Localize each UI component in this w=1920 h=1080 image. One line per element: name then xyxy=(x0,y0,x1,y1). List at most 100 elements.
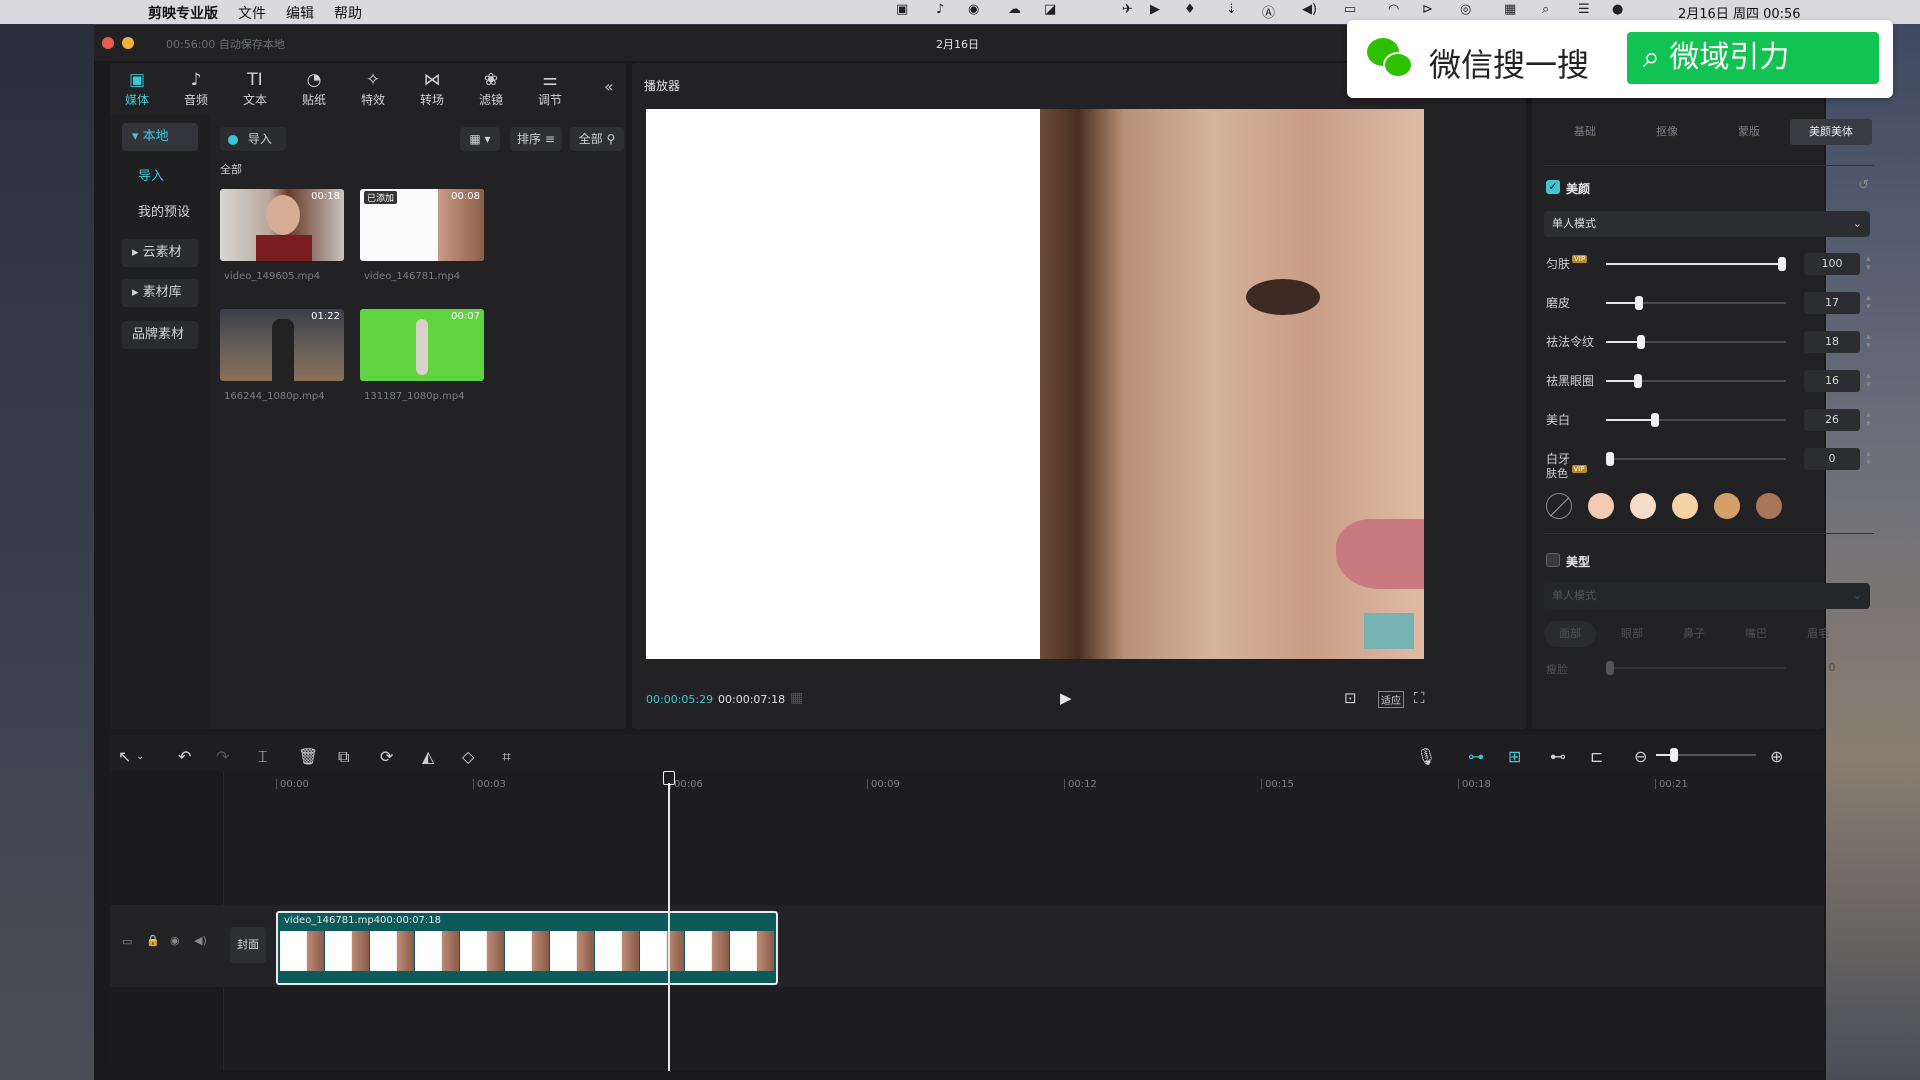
zoom-slider-knob[interactable] xyxy=(1670,748,1678,762)
sidebar-item-my-presets[interactable]: 我的预设 xyxy=(122,199,198,227)
pin-icon[interactable]: ⇣ xyxy=(1226,2,1237,17)
zoom-out-icon[interactable]: ⊖ xyxy=(1634,747,1647,766)
beauty-slider[interactable] xyxy=(1606,296,1786,310)
status-app-icon[interactable]: ◉ xyxy=(968,2,979,17)
shape-tab-brows[interactable]: 眉毛 xyxy=(1792,621,1844,647)
slider-value-input[interactable]: 16 xyxy=(1804,370,1860,392)
eye-icon[interactable]: ◉ xyxy=(170,934,180,947)
skin-tone-swatch[interactable] xyxy=(1756,493,1782,519)
tiktok-icon[interactable]: ♪ xyxy=(936,2,944,17)
stepper-icon[interactable]: ▴ ▾ xyxy=(1866,333,1871,351)
main-track-magnet-icon[interactable]: ⊶ xyxy=(1468,747,1484,766)
battery-icon[interactable]: ▭ xyxy=(1344,2,1356,17)
media-thumbnail[interactable]: 已添加 00:08 xyxy=(360,189,484,261)
siri-icon[interactable]: ● xyxy=(1612,2,1623,17)
shape-tab-face[interactable]: 面部 xyxy=(1544,621,1596,647)
wechat-status-icon[interactable]: ◎ xyxy=(1460,2,1471,17)
select-cursor-icon[interactable]: ↖ xyxy=(118,747,131,766)
tool-media[interactable]: ▣ 媒体 xyxy=(114,69,160,108)
preview-axis-icon[interactable]: ⊏ xyxy=(1590,747,1603,766)
input-method-icon[interactable]: Ⓐ xyxy=(1262,2,1275,21)
tool-adjust[interactable]: ⚌ 调节 xyxy=(527,69,573,108)
slider-value-input[interactable]: 100 xyxy=(1804,253,1860,275)
status-app2-icon[interactable]: ▶ xyxy=(1150,2,1160,17)
track-video-icon[interactable]: ▭ xyxy=(122,935,132,948)
spotlight-search-icon[interactable]: ⌕ xyxy=(1542,2,1549,17)
slider-knob[interactable] xyxy=(1778,257,1786,271)
collapse-panel-icon[interactable]: « xyxy=(604,77,614,96)
media-thumbnail[interactable]: 00:18 xyxy=(220,189,344,261)
lock-icon[interactable]: 🔒 xyxy=(146,934,160,947)
sidebar-item-local[interactable]: ▾ 本地 xyxy=(122,123,198,151)
skin-tone-swatch[interactable] xyxy=(1588,493,1614,519)
beauty-slider[interactable] xyxy=(1606,413,1786,427)
tab-basic[interactable]: 基础 xyxy=(1544,119,1626,145)
skin-tone-swatch[interactable] xyxy=(1714,493,1740,519)
stepper-icon[interactable]: ▴ ▾ xyxy=(1866,411,1871,429)
reset-icon[interactable]: ↺ xyxy=(1858,178,1869,193)
freeze-icon[interactable]: ⧉ xyxy=(338,747,349,767)
import-button[interactable]: 导入 xyxy=(220,127,286,151)
tool-effects[interactable]: ✧ 特效 xyxy=(350,69,396,108)
rotate-icon[interactable]: ◇ xyxy=(462,747,474,766)
play-button[interactable]: ▶ xyxy=(1060,689,1072,707)
beauty-mode-select[interactable]: 单人模式 ⌄ xyxy=(1544,211,1870,237)
sidebar-item-library[interactable]: ▸ 素材库 xyxy=(122,279,198,307)
stepper-icon[interactable]: ▴ ▾ xyxy=(1866,255,1871,273)
auto-snap-icon[interactable]: ⊞ xyxy=(1508,747,1521,766)
shape-mode-select[interactable]: 单人模式 ⌄ xyxy=(1544,583,1870,609)
redo-icon[interactable]: ↷ xyxy=(216,747,229,766)
video-preview[interactable] xyxy=(646,109,1424,659)
chevron-down-icon[interactable]: ⌄ xyxy=(136,751,144,762)
wifi-icon[interactable]: ◠ xyxy=(1388,2,1399,17)
beauty-checkbox[interactable]: ✓ xyxy=(1546,180,1560,194)
timeline-ruler[interactable]: 00:00 00:03 00:06 00:09 00:12 00:15 00:18 00:21 xyxy=(224,771,1824,801)
delete-icon[interactable]: 🗑 xyxy=(298,747,318,766)
tool-transition[interactable]: ⋈ 转场 xyxy=(409,69,455,108)
slider-knob[interactable] xyxy=(1650,413,1659,427)
view-mode-button[interactable]: ▦ ▾ xyxy=(460,127,500,151)
shape-tab-eyes[interactable]: 眼部 xyxy=(1606,621,1658,647)
media-thumbnail[interactable]: 00:07 xyxy=(360,309,484,381)
stepper-icon[interactable]: ▴ ▾ xyxy=(1866,450,1871,468)
tool-text[interactable]: TI 文本 xyxy=(232,69,278,108)
stepper-icon[interactable]: ▴ ▾ xyxy=(1866,372,1871,390)
stepper-icon[interactable]: ▴ ▾ xyxy=(1866,294,1871,312)
photos-icon[interactable]: ▦ xyxy=(1504,2,1516,17)
video-clip[interactable]: video_146781.mp4 00:00:07:18 xyxy=(276,911,778,985)
link-icon[interactable]: ⊷ xyxy=(1550,747,1566,766)
slider-value-input[interactable]: 0 xyxy=(1804,448,1860,470)
beauty-slider[interactable] xyxy=(1606,257,1786,271)
sidebar-item-cloud[interactable]: ▸ 云素材 xyxy=(122,239,198,267)
fullscreen-icon[interactable]: ⛶ xyxy=(1414,689,1425,707)
media-thumbnail[interactable]: 01:22 xyxy=(220,309,344,381)
beauty-slider[interactable] xyxy=(1606,335,1786,349)
status-tool-icon[interactable]: ◪ xyxy=(1044,2,1056,17)
skin-tone-none[interactable] xyxy=(1546,493,1572,519)
menu-edit[interactable]: 编辑 xyxy=(286,3,314,23)
tool-sticker[interactable]: ◔ 贴纸 xyxy=(291,69,337,108)
beauty-slider[interactable] xyxy=(1606,374,1786,388)
split-icon[interactable]: ⌶ xyxy=(258,747,268,767)
volume-icon[interactable]: ◀) xyxy=(1302,2,1317,17)
tab-mask[interactable]: 蒙版 xyxy=(1708,119,1790,145)
play-circle-icon[interactable]: ⊳ xyxy=(1422,2,1433,17)
timecode-grid-icon[interactable]: ▦ xyxy=(790,690,803,706)
sort-button[interactable]: 排序 ≡ xyxy=(510,127,562,151)
wechat-search-box[interactable]: ⌕ 微域引力 xyxy=(1627,32,1879,84)
mirror-icon[interactable]: ◭ xyxy=(422,747,434,766)
minimize-window-button[interactable] xyxy=(122,37,134,49)
cover-button[interactable]: 封面 xyxy=(230,927,266,963)
baidu-netdisk-icon[interactable]: ☁ xyxy=(1008,2,1021,17)
notification-bell-icon[interactable]: ♦ xyxy=(1184,2,1196,17)
tool-filter[interactable]: ❀ 滤镜 xyxy=(468,69,514,108)
slider-value-input[interactable]: 26 xyxy=(1804,409,1860,431)
mute-icon[interactable]: ◀) xyxy=(194,934,207,947)
sidebar-item-import[interactable]: 导入 xyxy=(122,163,198,191)
airplane-icon[interactable]: ✈ xyxy=(1122,2,1133,17)
shape-slider-knob[interactable] xyxy=(1606,661,1614,675)
slider-knob[interactable] xyxy=(1635,296,1644,310)
slider-knob[interactable] xyxy=(1606,452,1614,466)
zoom-in-icon[interactable]: ⊕ xyxy=(1770,747,1783,766)
tab-beauty[interactable]: 美颜美体 xyxy=(1790,119,1872,145)
